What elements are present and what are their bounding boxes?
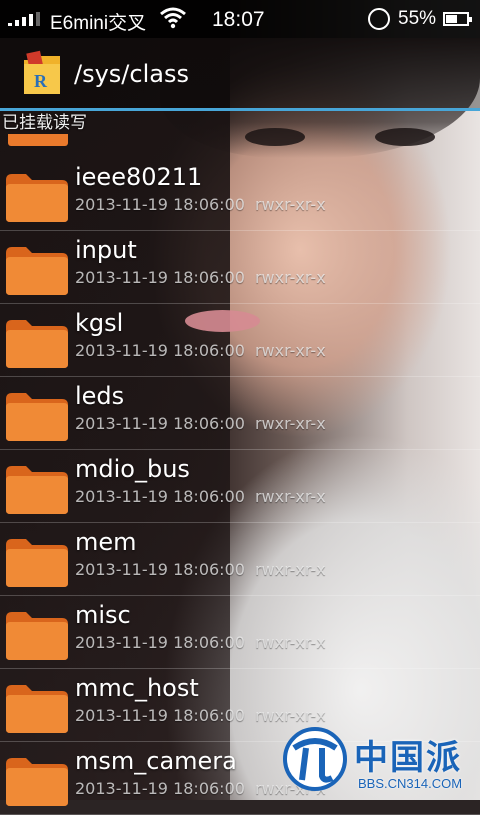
file-permissions: rwxr-xr-x (254, 706, 326, 725)
file-name: ieee80211 (75, 163, 203, 191)
file-row[interactable]: misc 2013-11-19 18:06:00 rwxr-xr-x (0, 595, 480, 669)
signal-icon (8, 12, 40, 26)
file-meta: 2013-11-19 18:06:00 rwxr-xr-x (75, 487, 336, 506)
watermark-name: 中国派 (354, 738, 462, 778)
file-permissions: rwxr-xr-x (254, 268, 326, 287)
svg-text:R: R (34, 71, 48, 91)
folder-icon (6, 539, 68, 587)
rotation-lock-icon (368, 8, 390, 30)
file-name: misc (75, 601, 131, 629)
folder-icon (6, 466, 68, 514)
file-date: 2013-11-19 18:06:00 (75, 633, 245, 652)
status-bar: E6mini交叉 18:07 55% (0, 0, 480, 38)
battery-icon (443, 12, 472, 26)
file-permissions: rwxr-xr-x (254, 414, 326, 433)
root-explorer-icon[interactable]: R (22, 50, 62, 96)
file-row[interactable]: kgsl 2013-11-19 18:06:00 rwxr-xr-x (0, 303, 480, 377)
file-row[interactable]: leds 2013-11-19 18:06:00 rwxr-xr-x (0, 376, 480, 450)
current-path[interactable]: /sys/class (74, 60, 189, 88)
file-row[interactable]: input 2013-11-19 18:06:00 rwxr-xr-x (0, 230, 480, 304)
file-row[interactable]: mem 2013-11-19 18:06:00 rwxr-xr-x (0, 522, 480, 596)
partial-folder-icon (8, 134, 68, 146)
folder-icon (6, 612, 68, 660)
file-name: input (75, 236, 137, 264)
file-date: 2013-11-19 18:06:00 (75, 560, 245, 579)
background-eye-left (245, 128, 305, 146)
folder-icon (6, 247, 68, 295)
file-name: mem (75, 528, 137, 556)
file-meta: 2013-11-19 18:06:00 rwxr-xr-x (75, 633, 336, 652)
file-date: 2013-11-19 18:06:00 (75, 341, 245, 360)
cn314-logo-icon (283, 727, 347, 791)
file-permissions: rwxr-xr-x (254, 487, 326, 506)
carrier-label: E6mini交叉 (50, 13, 147, 34)
file-meta: 2013-11-19 18:06:00 rwxr-xr-x (75, 560, 336, 579)
folder-icon (6, 174, 68, 222)
file-date: 2013-11-19 18:06:00 (75, 779, 245, 798)
file-row[interactable]: ieee80211 2013-11-19 18:06:00 rwxr-xr-x (0, 157, 480, 231)
file-name: msm_camera (75, 747, 237, 775)
file-name: mmc_host (75, 674, 199, 702)
battery-percent: 55% (398, 8, 437, 29)
wifi-icon (160, 7, 186, 29)
background-eye-right (375, 128, 435, 146)
file-row[interactable]: mdio_bus 2013-11-19 18:06:00 rwxr-xr-x (0, 449, 480, 523)
folder-icon (6, 685, 68, 733)
folder-icon (6, 320, 68, 368)
folder-icon (6, 393, 68, 441)
file-meta: 2013-11-19 18:06:00 rwxr-xr-x (75, 195, 336, 214)
file-meta: 2013-11-19 18:06:00 rwxr-xr-x (75, 706, 336, 725)
file-permissions: rwxr-xr-x (254, 341, 326, 360)
title-bar: R /sys/class (0, 38, 480, 111)
file-date: 2013-11-19 18:06:00 (75, 706, 245, 725)
clock: 18:07 (212, 8, 265, 31)
folder-icon (6, 758, 68, 806)
file-meta: 2013-11-19 18:06:00 rwxr-xr-x (75, 414, 336, 433)
file-name: kgsl (75, 309, 124, 337)
file-date: 2013-11-19 18:06:00 (75, 487, 245, 506)
file-meta: 2013-11-19 18:06:00 rwxr-xr-x (75, 341, 336, 360)
file-name: mdio_bus (75, 455, 190, 483)
file-permissions: rwxr-xr-x (254, 560, 326, 579)
file-date: 2013-11-19 18:06:00 (75, 268, 245, 287)
file-meta: 2013-11-19 18:06:00 rwxr-xr-x (75, 268, 336, 287)
file-name: leds (75, 382, 125, 410)
file-date: 2013-11-19 18:06:00 (75, 414, 245, 433)
file-date: 2013-11-19 18:06:00 (75, 195, 245, 214)
watermark-url: BBS.CN314.COM (358, 776, 463, 791)
mount-status[interactable]: 已挂载读写 (2, 108, 87, 133)
file-permissions: rwxr-xr-x (254, 195, 326, 214)
watermark: 中国派 BBS.CN314.COM (282, 726, 476, 796)
file-permissions: rwxr-xr-x (254, 633, 326, 652)
